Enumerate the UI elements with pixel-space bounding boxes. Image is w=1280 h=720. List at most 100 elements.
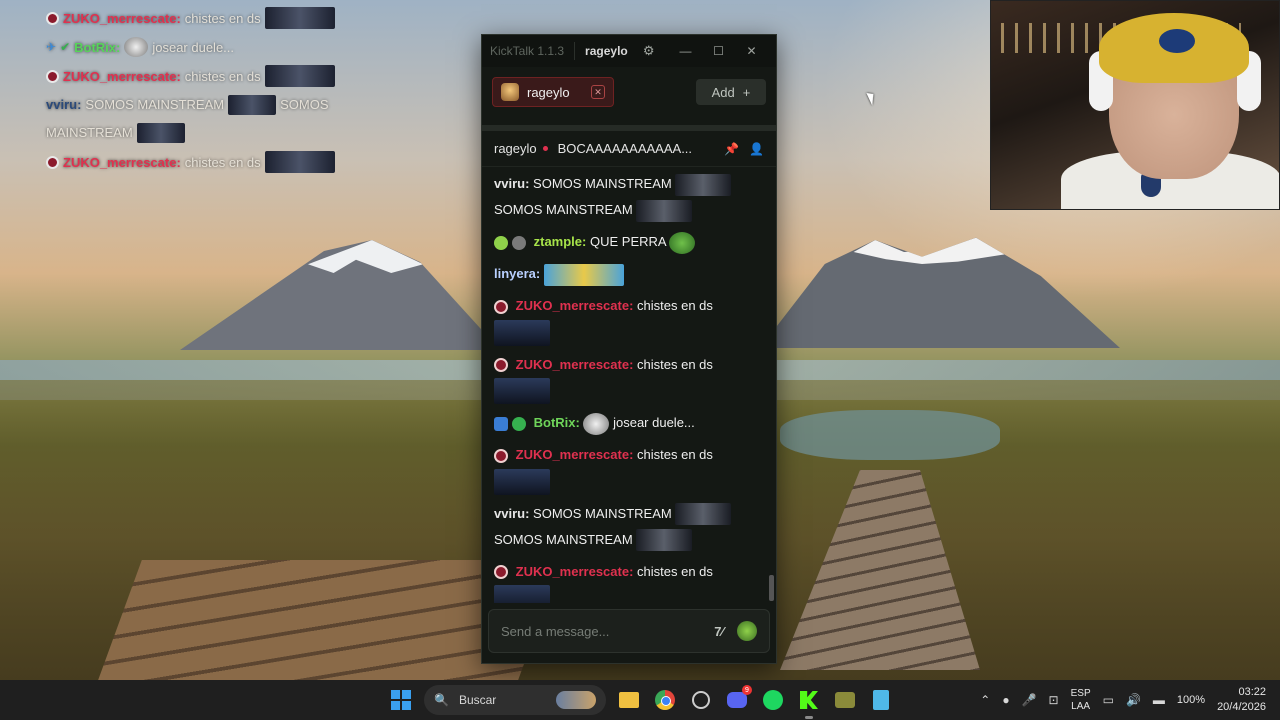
alien-badge-icon (494, 235, 508, 250)
tray-app-icon[interactable]: ● (1002, 693, 1009, 707)
overlay-message: ZUKO_merrescate: chistes en ds (46, 6, 366, 30)
user-badge-icon (494, 565, 508, 580)
message-input[interactable] (501, 623, 701, 639)
user-badge-icon (494, 448, 508, 463)
translate-icon[interactable]: 7⁄ (707, 619, 731, 643)
chat-username[interactable]: vviru: (494, 506, 529, 521)
microphone-icon[interactable]: 🎤 (1022, 693, 1037, 707)
overlay-text: chistes en ds (184, 10, 261, 26)
close-tab-icon[interactable]: ✕ (591, 85, 605, 99)
chatroom-tabs: rageylo ✕ Add + (482, 67, 776, 117)
emote-image (136, 123, 185, 143)
keyboard-layout: LAA (1071, 701, 1091, 712)
maximize-icon[interactable]: ☐ (702, 39, 735, 63)
network-icon[interactable]: ▭ (1103, 693, 1114, 707)
kick-icon[interactable] (796, 687, 822, 719)
channel-avatar (501, 83, 519, 101)
pin-icon[interactable]: 📌 (724, 142, 739, 156)
chat-username[interactable]: vviru: (494, 176, 529, 191)
chat-message: linyera: (494, 261, 764, 287)
overlay-text: josear duele... (152, 39, 235, 55)
close-icon[interactable]: ✕ (735, 39, 768, 63)
webcam-feed (990, 0, 1280, 210)
app-ring-icon[interactable] (688, 687, 714, 713)
user-badge-icon (494, 299, 508, 314)
emote-image[interactable] (583, 412, 610, 435)
chat-text: SOMOS MAINSTREAM (533, 176, 672, 191)
minion-emote[interactable] (543, 263, 624, 286)
chat-message: ZUKO_merrescate: chistes en ds (494, 559, 764, 603)
emote-image (228, 95, 277, 115)
chat-message: vviru: SOMOS MAINSTREAM SOMOS MAINSTREAM (494, 173, 764, 223)
system-tray: ⌃ ● 🎤 ⊡ ESP LAA ▭ 🔊 ▬ 100% 03:22 20/4/20… (980, 680, 1266, 720)
windows-icon[interactable] (388, 687, 414, 713)
folder-icon[interactable] (616, 687, 642, 713)
emote-picker-icon[interactable] (737, 621, 757, 641)
current-user[interactable]: rageylo (585, 44, 628, 58)
user-icon[interactable]: 👤 (749, 142, 764, 156)
date: 20/4/2026 (1217, 701, 1266, 713)
chat-username[interactable]: BotRix: (534, 415, 580, 430)
tab-label: rageylo (527, 84, 570, 100)
channel-name[interactable]: rageylo (494, 141, 537, 156)
search-label: Buscar (458, 693, 497, 707)
tray-window-icon[interactable]: ⊡ (1049, 693, 1059, 707)
taskbar-apps: 🔍 Buscar 9 (388, 680, 894, 720)
chrome-icon[interactable] (652, 687, 678, 713)
gray-badge-icon (512, 235, 526, 250)
emote-image (264, 151, 335, 173)
emote-image[interactable] (494, 585, 550, 603)
tab-rageylo[interactable]: rageylo ✕ (492, 77, 614, 107)
chat-username[interactable]: ZUKO_merrescate: (516, 447, 634, 462)
emote-image[interactable] (494, 468, 550, 495)
bot-icon: ✈ (46, 40, 57, 54)
frog-emote[interactable] (669, 231, 696, 254)
discord-icon[interactable]: 9 (724, 685, 752, 713)
chevron-up-icon[interactable]: ⌃ (980, 693, 990, 707)
overlay-username: vviru: (46, 97, 82, 112)
chat-scrollbar[interactable] (769, 575, 774, 601)
chat-username[interactable]: linyera: (494, 266, 540, 281)
minimize-icon[interactable]: — (669, 39, 702, 63)
taskbar-search[interactable]: 🔍 Buscar (424, 685, 606, 715)
overlay-message: vviru: SOMOS MAINSTREAM SOMOS MAINSTREAM (46, 93, 366, 145)
language-code: ESP (1070, 688, 1091, 699)
channel-actions: 📌 👤 (724, 142, 764, 156)
emote-image[interactable] (494, 319, 550, 346)
chat-text: QUE PERRA (589, 234, 666, 249)
language-indicator[interactable]: ESP LAA (1071, 687, 1091, 713)
user-badge-icon (46, 11, 59, 25)
add-chatroom-button[interactable]: Add + (696, 79, 766, 105)
message-composer: 7⁄ (488, 609, 770, 653)
chat-username[interactable]: ZUKO_merrescate: (516, 357, 634, 372)
emote-image[interactable] (675, 503, 732, 526)
bot-badge-icon (494, 416, 508, 431)
stream-chat-overlay: ZUKO_merrescate: chistes en ds ✈ ✔ BotRi… (46, 6, 366, 179)
game-icon[interactable] (832, 687, 858, 713)
emote-image[interactable] (675, 173, 732, 196)
emote-image[interactable] (636, 199, 693, 222)
gear-icon[interactable]: ⚙ (640, 42, 658, 60)
chat-username[interactable]: ZUKO_merrescate: (516, 564, 634, 579)
battery-icon[interactable]: ▬ (1153, 693, 1165, 707)
spotify-icon[interactable] (760, 687, 786, 713)
notes-icon[interactable] (868, 687, 894, 713)
stream-title: BOCAAAAAAAAAAA... (557, 141, 693, 156)
clock[interactable]: 03:22 20/4/2026 (1217, 685, 1266, 715)
emote-image[interactable] (494, 378, 550, 405)
chat-messages[interactable]: vviru: SOMOS MAINSTREAM SOMOS MAINSTREAM… (482, 173, 776, 603)
overlay-username: ZUKO_merrescate: (63, 68, 181, 84)
chat-username[interactable]: ztample: (534, 234, 587, 249)
user-badge-icon (46, 69, 59, 83)
volume-icon[interactable]: 🔊 (1126, 693, 1141, 707)
overlay-text: SOMOS (280, 97, 329, 112)
overlay-text: chistes en ds (184, 154, 261, 170)
user-badge-icon (46, 155, 59, 169)
emote-image[interactable] (636, 529, 693, 552)
title-bar[interactable]: KickTalk 1.1.3 rageylo ⚙ — ☐ ✕ (482, 35, 776, 67)
chat-username[interactable]: ZUKO_merrescate: (516, 298, 634, 313)
overlay-text: chistes en ds (184, 68, 261, 84)
chat-text: chistes en ds (637, 298, 713, 313)
verified-icon: ✔ (60, 40, 71, 54)
battery-percent: 100% (1176, 694, 1206, 706)
